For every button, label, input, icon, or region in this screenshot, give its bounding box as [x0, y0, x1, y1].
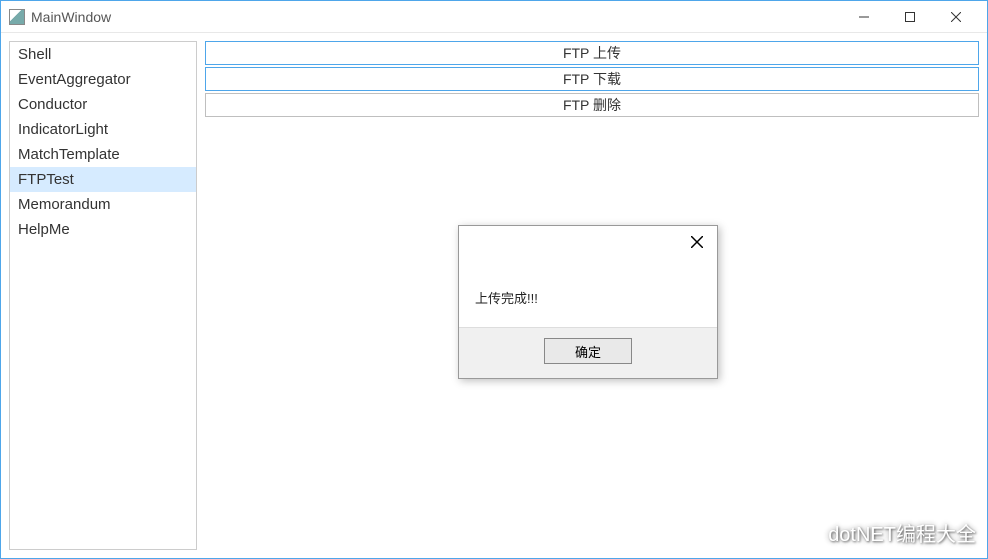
dialog-close-button[interactable] [687, 232, 707, 252]
sidebar: ShellEventAggregatorConductorIndicatorLi… [9, 41, 197, 550]
app-icon [9, 9, 25, 25]
window-controls [841, 2, 979, 32]
sidebar-item-conductor[interactable]: Conductor [10, 92, 196, 117]
sidebar-item-indicatorlight[interactable]: IndicatorLight [10, 117, 196, 142]
action-button-0[interactable]: FTP 上传 [205, 41, 979, 65]
sidebar-item-helpme[interactable]: HelpMe [10, 217, 196, 242]
maximize-icon [905, 12, 915, 22]
maximize-button[interactable] [887, 2, 933, 32]
action-button-2[interactable]: FTP 删除 [205, 93, 979, 117]
message-dialog: 上传完成!!! 确定 [458, 225, 718, 379]
window-title: MainWindow [31, 9, 841, 25]
close-button[interactable] [933, 2, 979, 32]
sidebar-item-matchtemplate[interactable]: MatchTemplate [10, 142, 196, 167]
minimize-icon [859, 12, 869, 22]
sidebar-item-shell[interactable]: Shell [10, 42, 196, 67]
dialog-message: 上传完成!!! [459, 258, 717, 327]
sidebar-item-ftptest[interactable]: FTPTest [10, 167, 196, 192]
sidebar-item-memorandum[interactable]: Memorandum [10, 192, 196, 217]
sidebar-item-eventaggregator[interactable]: EventAggregator [10, 67, 196, 92]
close-icon [691, 236, 703, 248]
dialog-footer: 确定 [459, 327, 717, 378]
minimize-button[interactable] [841, 2, 887, 32]
titlebar: MainWindow [1, 1, 987, 33]
close-icon [951, 12, 961, 22]
dialog-header [459, 226, 717, 258]
action-button-1[interactable]: FTP 下载 [205, 67, 979, 91]
dialog-ok-button[interactable]: 确定 [544, 338, 632, 364]
